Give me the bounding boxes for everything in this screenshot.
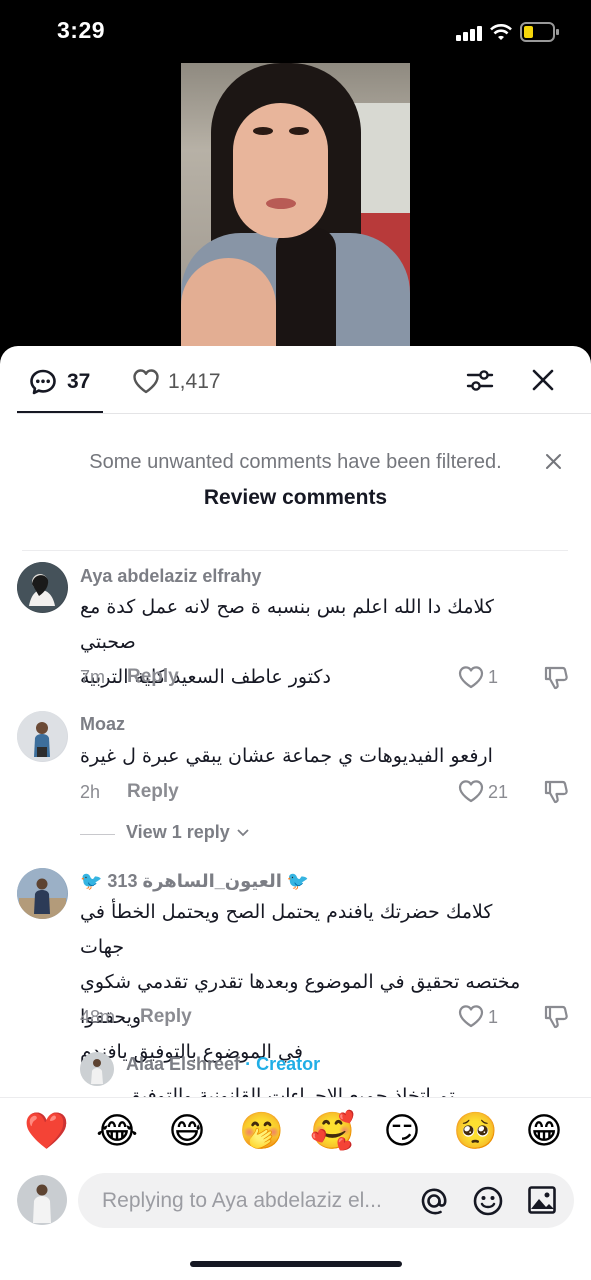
- comment-input[interactable]: Replying to Aya abdelaziz el...: [78, 1173, 574, 1228]
- dislike-icon[interactable]: [543, 778, 570, 805]
- comment-username[interactable]: Moaz: [80, 714, 125, 735]
- emoji-icon[interactable]: [472, 1185, 504, 1217]
- chevron-down-icon: [237, 829, 249, 837]
- like-icon[interactable]: [458, 779, 484, 803]
- comment-text-line: كلامك حضرتك يافندم يحتمل الصح ويحتمل الخ…: [80, 901, 493, 958]
- likes-count: 1,417: [168, 370, 221, 393]
- like-icon[interactable]: [458, 665, 484, 689]
- comment-input-placeholder: Replying to Aya abdelaziz el...: [102, 1189, 382, 1212]
- comment-text: ارفعو الفيديوهات ي جماعة عشان يبقي عبرة …: [80, 739, 540, 774]
- emoji-heart[interactable]: ❤️: [24, 1112, 69, 1152]
- review-comments-link[interactable]: Review comments: [0, 486, 591, 510]
- emoji-pleading[interactable]: 🥺: [453, 1112, 498, 1152]
- image-icon[interactable]: [527, 1185, 557, 1215]
- comment-input-row: Replying to Aya abdelaziz el...: [0, 1171, 591, 1280]
- like-count: 1: [488, 667, 499, 687]
- status-time: 3:29: [57, 17, 106, 43]
- avatar[interactable]: [17, 868, 68, 919]
- reply-button[interactable]: Reply: [127, 666, 179, 688]
- like-count: 1: [488, 1007, 499, 1027]
- view-replies-button[interactable]: View 1 reply: [80, 822, 280, 848]
- filter-notice-text: Some unwanted comments have been filtere…: [89, 451, 502, 473]
- comment-text: كلامك حضرتك يافندم يحتمل الصح ويحتمل الخ…: [80, 895, 540, 1070]
- filter-notice: Some unwanted comments have been filtere…: [0, 451, 591, 510]
- view-replies-label: View 1 reply: [126, 822, 230, 842]
- avatar[interactable]: [17, 711, 68, 762]
- like-count: 21: [488, 782, 509, 802]
- video-preview[interactable]: [181, 63, 410, 353]
- battery-icon: [520, 22, 559, 42]
- tabs-divider: [17, 413, 591, 414]
- sheet-header: 37 1,417: [0, 346, 591, 414]
- wifi-icon: [490, 24, 512, 40]
- close-icon[interactable]: [531, 368, 555, 392]
- emoji-smiling-hearts[interactable]: 🥰: [310, 1112, 355, 1152]
- emoji-grin[interactable]: 😁: [524, 1112, 564, 1152]
- comments-count: 37: [67, 370, 91, 393]
- reply-username[interactable]: Alaa Elshreef · Creator: [126, 1054, 320, 1075]
- notice-divider: [22, 550, 568, 551]
- comment-text-line: ارفعو الفيديوهات ي جماعة عشان يبقي عبرة …: [80, 745, 493, 767]
- replies-line: [80, 834, 115, 835]
- reply-separator: ·: [245, 1054, 252, 1074]
- avatar[interactable]: [17, 562, 68, 613]
- user-avatar: [17, 1175, 68, 1226]
- comment-time: 2h: [80, 782, 101, 802]
- emoji-smirk[interactable]: 😏: [382, 1112, 422, 1152]
- like-icon[interactable]: [458, 1004, 484, 1028]
- reply-button[interactable]: Reply: [140, 1006, 192, 1028]
- comment-username[interactable]: Aya abdelaziz elfrahy: [80, 566, 261, 587]
- reply-author: Alaa Elshreef: [126, 1054, 241, 1074]
- dismiss-notice-icon[interactable]: [545, 453, 562, 470]
- emoji-quick-bar: ❤️ 😂 😅 🤭 🥰 😏 🥺 😁: [0, 1097, 591, 1171]
- home-indicator: [190, 1261, 402, 1267]
- emoji-sweat-smile[interactable]: 😅: [167, 1112, 207, 1152]
- avatar[interactable]: [80, 1052, 114, 1086]
- comment-username[interactable]: 🐦 العيون_الساهرة 313 🐦: [80, 871, 309, 892]
- cellular-signal-icon: [456, 26, 483, 41]
- creator-badge: Creator: [256, 1054, 321, 1074]
- emoji-joy[interactable]: 😂: [96, 1112, 138, 1152]
- status-bar: 3:29: [0, 0, 591, 62]
- dislike-icon[interactable]: [543, 1003, 570, 1030]
- at-icon[interactable]: [418, 1185, 450, 1217]
- tab-likes[interactable]: 1,417: [130, 346, 240, 414]
- comment-icon: [30, 369, 56, 395]
- comment-text-line: كلامك دا الله اعلم بس بنسبه ة صح لانه عم…: [80, 596, 494, 653]
- dislike-icon[interactable]: [543, 664, 570, 691]
- reply-button[interactable]: Reply: [127, 781, 179, 803]
- heart-icon: [133, 369, 159, 394]
- tab-comments[interactable]: 37: [17, 346, 103, 414]
- emoji-hand-over-mouth[interactable]: 🤭: [239, 1112, 284, 1152]
- comment-time: 48m: [80, 1007, 116, 1027]
- filter-icon[interactable]: [466, 366, 494, 394]
- comment-time: 7m: [80, 667, 106, 687]
